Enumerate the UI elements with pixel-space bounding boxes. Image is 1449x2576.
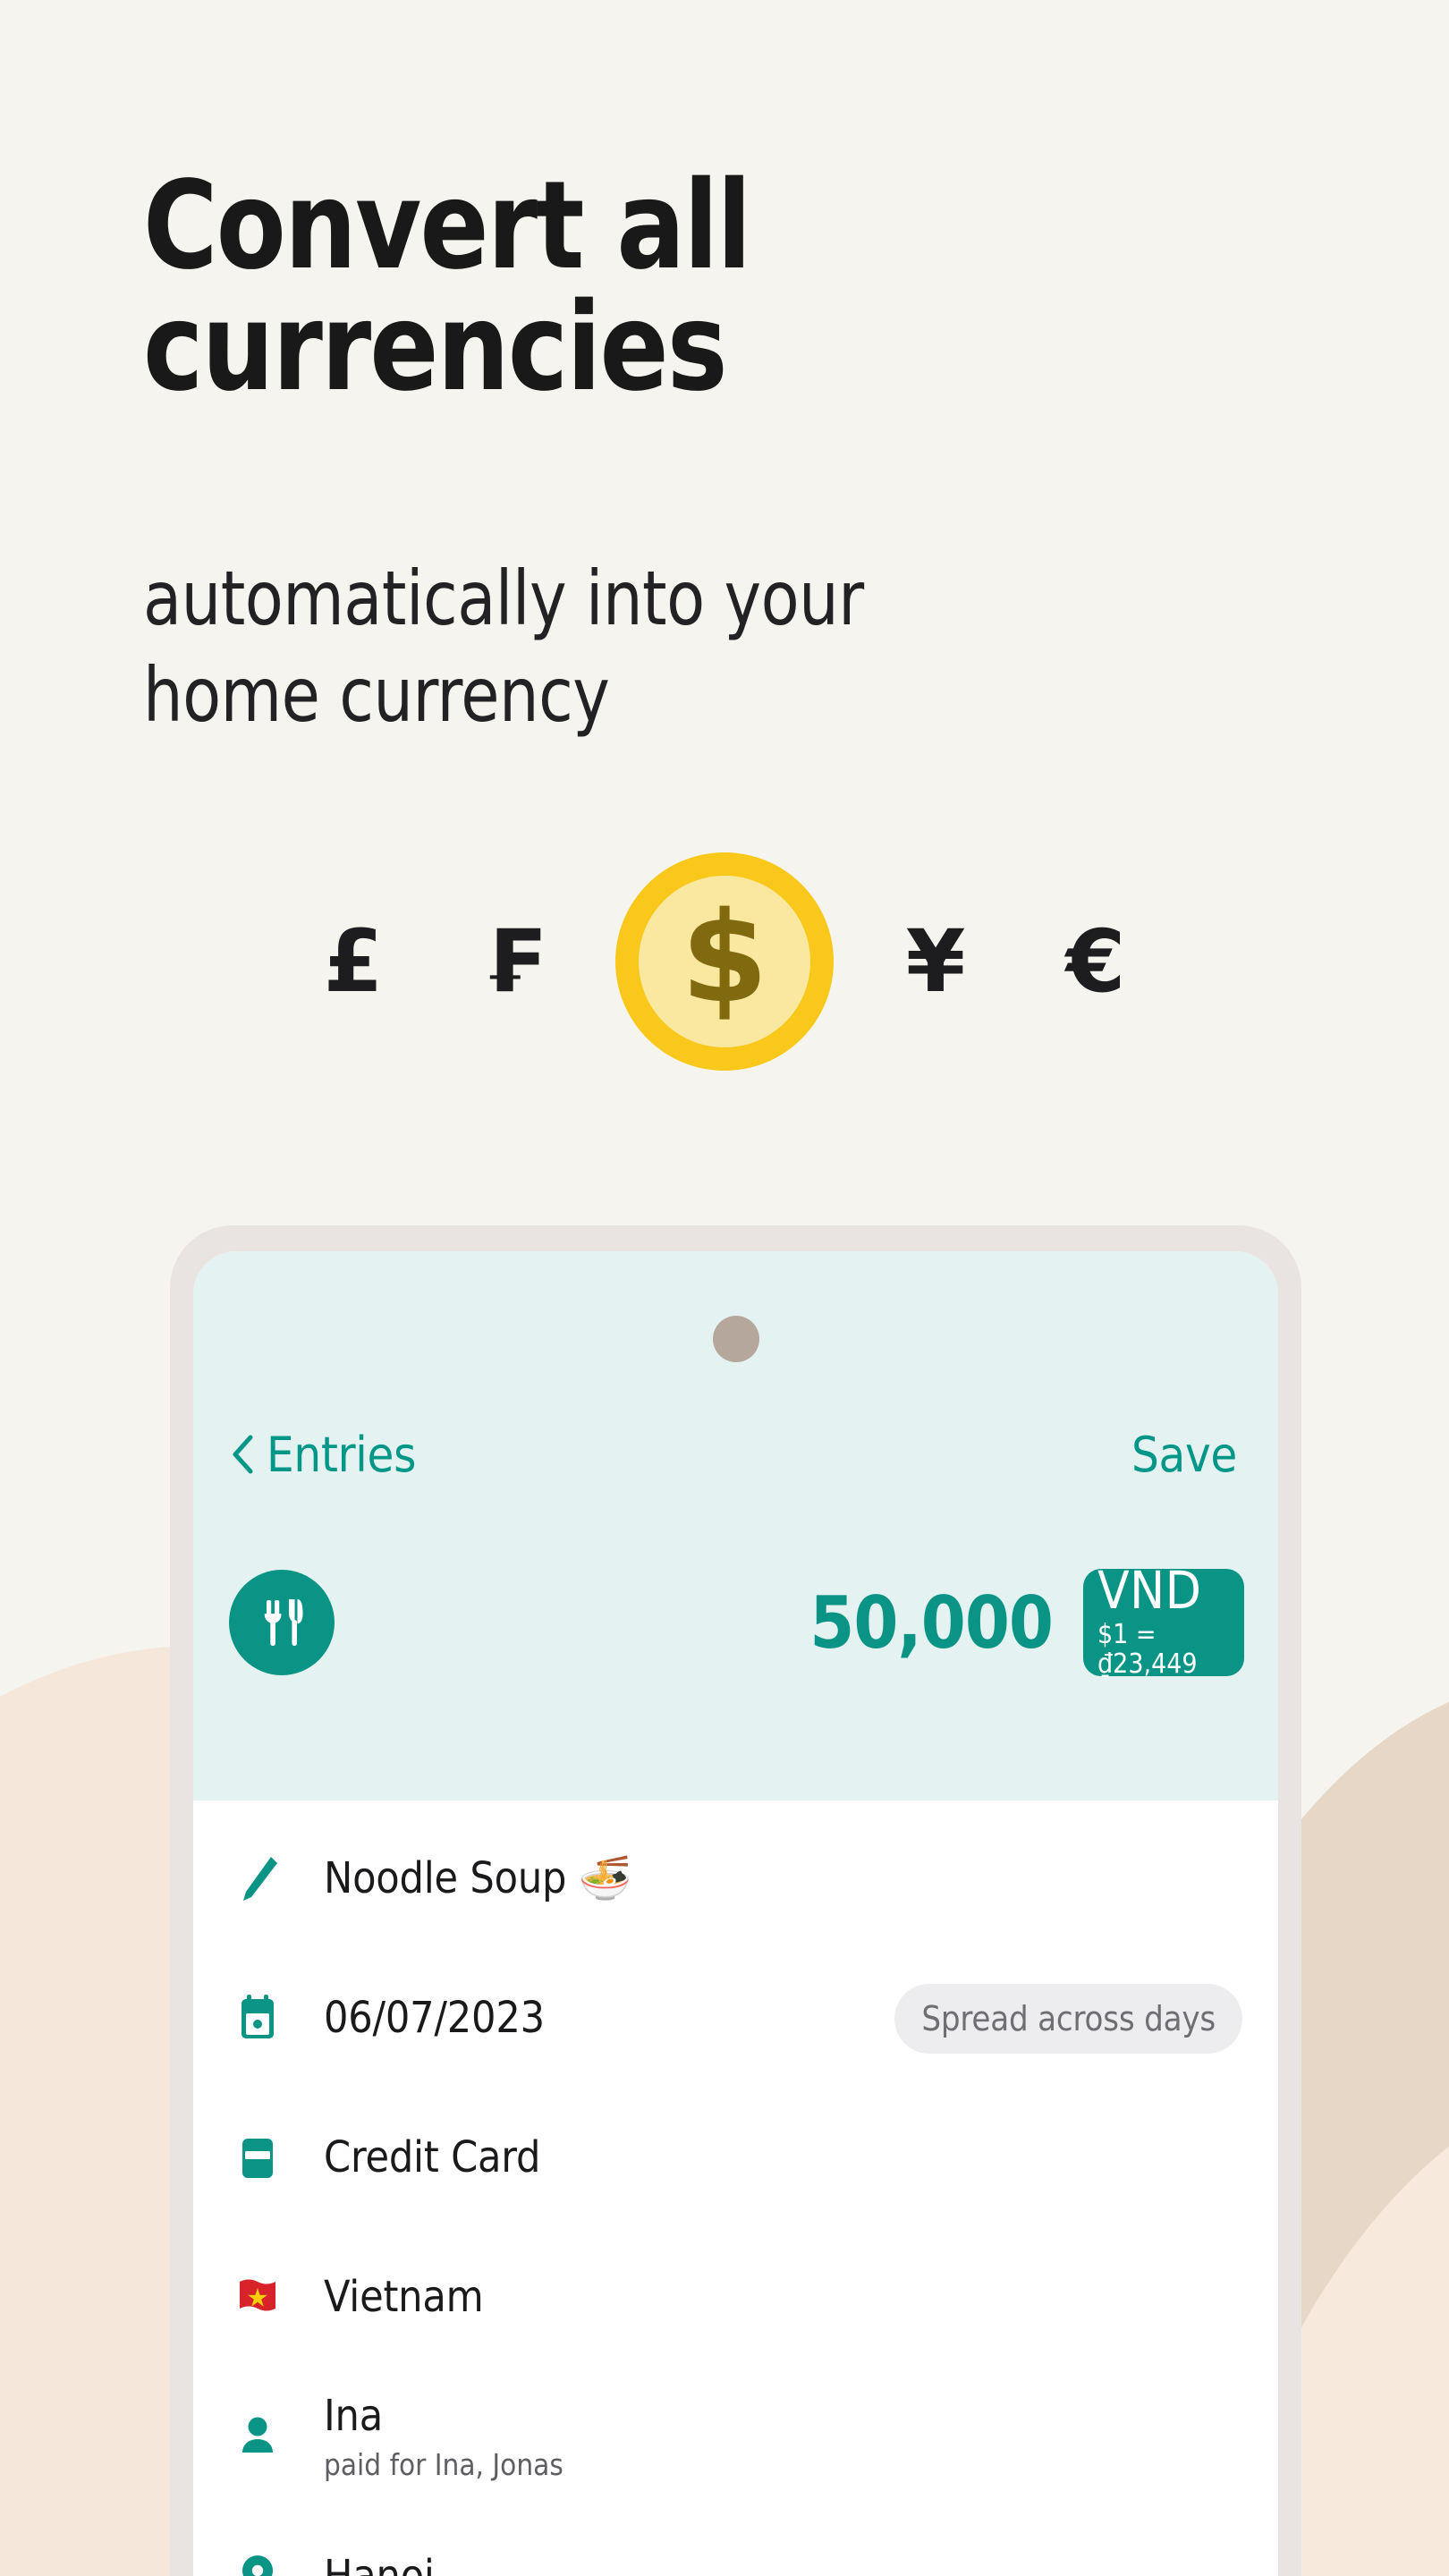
pencil-icon [234, 1854, 304, 1904]
entry-header: Entries Save 50,000 VND $1 = ₫23,449 [193, 1251, 1278, 1801]
exchange-rate: $1 = ₫23,449 [1097, 1618, 1198, 1680]
phone-mockup: Entries Save 50,000 VND $1 = ₫23,449 Noo… [170, 1225, 1301, 2576]
list-item-location[interactable]: Hanoi [193, 2507, 1278, 2576]
list-item-date[interactable]: 06/07/2023 Spread across days [193, 1949, 1278, 2089]
list-item-payment-method[interactable]: Credit Card [193, 2089, 1278, 2228]
list-item-sublabel: paid for Ina, Jonas [324, 2447, 564, 2483]
credit-card-icon [234, 2133, 304, 2183]
promo-screenshot: Convert all currencies automatically int… [0, 0, 1449, 2576]
currency-code: VND [1097, 1560, 1202, 1622]
currency-symbol-strip: £ ₣ $ ¥ € [295, 852, 1154, 1071]
entry-detail-list: Noodle Soup 🍜 06/07/2023 Spread across d… [193, 1801, 1278, 2576]
list-item-country[interactable]: Vietnam [193, 2228, 1278, 2368]
camera-dot [712, 1316, 759, 1362]
category-button[interactable] [229, 1570, 335, 1675]
chevron-left-icon [233, 1435, 253, 1474]
list-item-label: Vietnam [324, 2272, 484, 2323]
dollar-symbol: $ [681, 886, 768, 1031]
list-item-payer[interactable]: Ina paid for Ina, Jonas [193, 2368, 1278, 2507]
list-item-label: Credit Card [324, 2132, 541, 2183]
calendar-icon [234, 1994, 304, 2044]
currency-badge[interactable]: VND $1 = ₫23,449 [1083, 1564, 1244, 1680]
save-button[interactable]: Save [1131, 1427, 1237, 1483]
pound-symbol: £ [323, 911, 384, 1012]
list-item-label: 06/07/2023 [324, 1993, 545, 2044]
list-item-label: Hanoi [324, 2551, 1242, 2576]
franc-symbol: ₣ [483, 911, 544, 1012]
list-item-description[interactable]: Noodle Soup 🍜 [193, 1809, 1278, 1949]
list-item-label: Ina [324, 2391, 383, 2442]
euro-symbol: € [1065, 911, 1126, 1012]
phone-screen: Entries Save 50,000 VND $1 = ₫23,449 Noo… [193, 1251, 1278, 2576]
amount-value[interactable]: 50,000 [335, 1581, 1083, 1665]
yen-symbol: ¥ [905, 911, 966, 1012]
flag-vietnam-icon [234, 2276, 304, 2319]
promo-subheadline: automatically into your home currency [143, 555, 864, 739]
promo-headline: Convert all currencies [143, 156, 751, 419]
dollar-coin-icon: $ [615, 852, 834, 1071]
back-button[interactable]: Entries [231, 1427, 416, 1483]
dollar-coin-inner: $ [639, 876, 810, 1047]
list-item-label: Noodle Soup 🍜 [324, 1853, 632, 1904]
spread-across-days-button[interactable]: Spread across days [894, 1984, 1242, 2054]
back-button-label: Entries [267, 1426, 417, 1483]
person-icon [234, 2412, 304, 2462]
location-pin-icon [234, 2552, 304, 2576]
amount-row: 50,000 VND $1 = ₫23,449 [193, 1564, 1278, 1681]
restaurant-icon [264, 1599, 303, 1646]
navigation-bar: Entries Save [193, 1414, 1278, 1495]
